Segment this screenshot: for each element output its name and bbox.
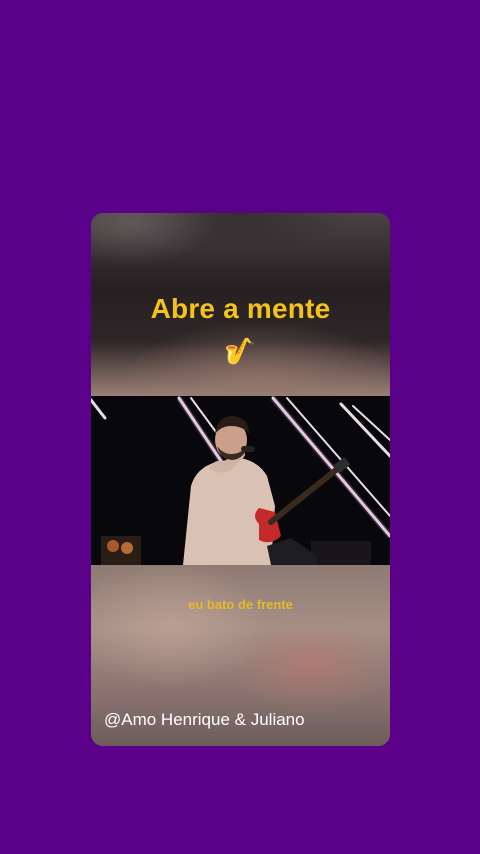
video-still-illustration <box>91 396 390 565</box>
video-frame[interactable] <box>91 396 390 565</box>
saxophone-icon: 🎷 <box>224 337 257 367</box>
app-background: { "card": { "title": "Abre a mente", "em… <box>0 0 480 854</box>
lyric-caption: eu bato de frente <box>188 597 293 612</box>
story-title: Abre a mente <box>150 293 331 324</box>
story-card[interactable]: Abre a mente 🎷 eu bato de frente @Amo He… <box>91 213 390 746</box>
credit-handle: @Amo Henrique & Juliano <box>104 710 305 729</box>
